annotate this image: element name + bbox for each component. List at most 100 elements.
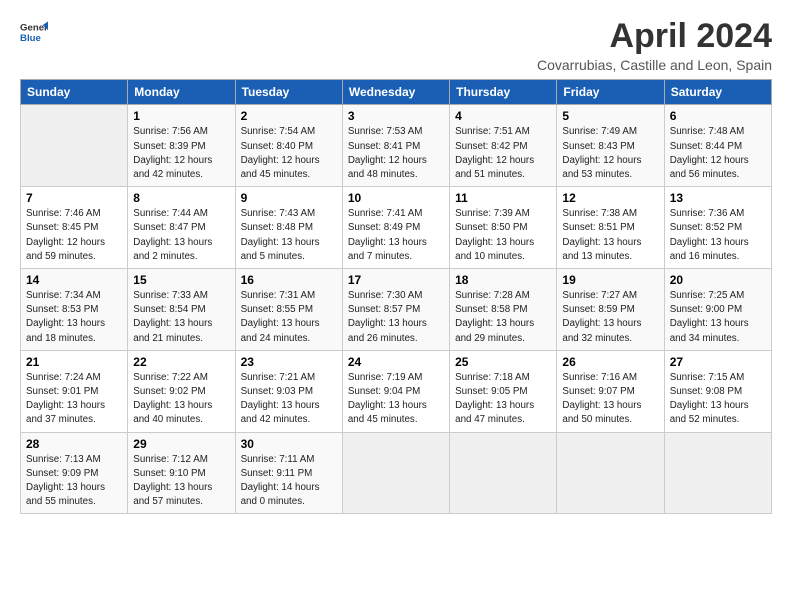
day-number: 11 — [455, 191, 551, 205]
day-number: 29 — [133, 437, 229, 451]
day-info: Sunrise: 7:41 AM Sunset: 8:49 PM Dayligh… — [348, 207, 444, 264]
day-number: 27 — [670, 355, 766, 369]
calendar-cell: 15 Sunrise: 7:33 AM Sunset: 8:54 PM Dayli… — [128, 269, 235, 351]
calendar-cell: 18 Sunrise: 7:28 AM Sunset: 8:58 PM Dayli… — [450, 269, 557, 351]
calendar-cell: 1 Sunrise: 7:56 AM Sunset: 8:39 PM Daylig… — [128, 105, 235, 187]
calendar-cell: 25 Sunrise: 7:18 AM Sunset: 9:05 PM Dayli… — [450, 350, 557, 432]
day-number: 9 — [241, 191, 337, 205]
day-number: 23 — [241, 355, 337, 369]
day-number: 30 — [241, 437, 337, 451]
week-row-1: 1 Sunrise: 7:56 AM Sunset: 8:39 PM Daylig… — [21, 105, 772, 187]
calendar-cell: 3Sunrise: 7:53 AM Sunset: 8:41 PM Daylig… — [342, 105, 449, 187]
calendar-cell: 13 Sunrise: 7:36 AM Sunset: 8:52 PM Dayli… — [664, 187, 771, 269]
day-info: Sunrise: 7:22 AM Sunset: 9:02 PM Dayligh… — [133, 371, 229, 428]
calendar-cell: 27 Sunrise: 7:15 AM Sunset: 9:08 PM Dayli… — [664, 350, 771, 432]
calendar-cell — [557, 432, 664, 514]
day-number: 16 — [241, 273, 337, 287]
calendar-cell: 23 Sunrise: 7:21 AM Sunset: 9:03 PM Dayli… — [235, 350, 342, 432]
week-row-5: 28 Sunrise: 7:13 AM Sunset: 9:09 PM Dayli… — [21, 432, 772, 514]
page-title: April 2024 — [537, 18, 772, 55]
day-number: 6 — [670, 109, 766, 123]
calendar-cell: 22 Sunrise: 7:22 AM Sunset: 9:02 PM Dayli… — [128, 350, 235, 432]
day-info: Sunrise: 7:18 AM Sunset: 9:05 PM Dayligh… — [455, 371, 551, 428]
logo: General Blue — [20, 18, 52, 46]
main-container: General Blue April 2024 Covarrubias, Cas… — [0, 0, 792, 524]
page-subtitle: Covarrubias, Castille and Leon, Spain — [537, 57, 772, 73]
day-info: Sunrise: 7:34 AM Sunset: 8:53 PM Dayligh… — [26, 289, 122, 346]
col-wednesday: Wednesday — [342, 80, 449, 105]
day-info: Sunrise: 7:49 AM Sunset: 8:43 PM Dayligh… — [562, 125, 658, 182]
day-info: Sunrise: 7:11 AM Sunset: 9:11 PM Dayligh… — [241, 453, 337, 510]
col-tuesday: Tuesday — [235, 80, 342, 105]
day-info: Sunrise: 7:51 AM Sunset: 8:42 PM Dayligh… — [455, 125, 551, 182]
calendar-table: Sunday Monday Tuesday Wednesday Thursday… — [20, 79, 772, 514]
day-info: Sunrise: 7:16 AM Sunset: 9:07 PM Dayligh… — [562, 371, 658, 428]
day-number: 17 — [348, 273, 444, 287]
day-number: 14 — [26, 273, 122, 287]
day-number: 4 — [455, 109, 551, 123]
day-info: Sunrise: 7:13 AM Sunset: 9:09 PM Dayligh… — [26, 453, 122, 510]
day-info: Sunrise: 7:36 AM Sunset: 8:52 PM Dayligh… — [670, 207, 766, 264]
calendar-cell: 21 Sunrise: 7:24 AM Sunset: 9:01 PM Dayli… — [21, 350, 128, 432]
day-number: 25 — [455, 355, 551, 369]
day-number: 2 — [241, 109, 337, 123]
day-info: Sunrise: 7:53 AM Sunset: 8:41 PM Dayligh… — [348, 125, 444, 182]
calendar-cell: 7 Sunrise: 7:46 AM Sunset: 8:45 PM Daylig… — [21, 187, 128, 269]
day-number: 8 — [133, 191, 229, 205]
col-sunday: Sunday — [21, 80, 128, 105]
calendar-cell: 30 Sunrise: 7:11 AM Sunset: 9:11 PM Dayli… — [235, 432, 342, 514]
calendar-cell — [664, 432, 771, 514]
calendar-cell: 14 Sunrise: 7:34 AM Sunset: 8:53 PM Dayli… — [21, 269, 128, 351]
day-info: Sunrise: 7:28 AM Sunset: 8:58 PM Dayligh… — [455, 289, 551, 346]
calendar-cell: 17Sunrise: 7:30 AM Sunset: 8:57 PM Dayli… — [342, 269, 449, 351]
day-info: Sunrise: 7:25 AM Sunset: 9:00 PM Dayligh… — [670, 289, 766, 346]
header: General Blue April 2024 Covarrubias, Cas… — [20, 18, 772, 73]
day-number: 22 — [133, 355, 229, 369]
col-saturday: Saturday — [664, 80, 771, 105]
day-number: 21 — [26, 355, 122, 369]
day-info: Sunrise: 7:39 AM Sunset: 8:50 PM Dayligh… — [455, 207, 551, 264]
calendar-cell — [21, 105, 128, 187]
day-info: Sunrise: 7:46 AM Sunset: 8:45 PM Dayligh… — [26, 207, 122, 264]
calendar-cell: 19Sunrise: 7:27 AM Sunset: 8:59 PM Dayli… — [557, 269, 664, 351]
day-info: Sunrise: 7:21 AM Sunset: 9:03 PM Dayligh… — [241, 371, 337, 428]
day-number: 13 — [670, 191, 766, 205]
week-row-2: 7 Sunrise: 7:46 AM Sunset: 8:45 PM Daylig… — [21, 187, 772, 269]
day-info: Sunrise: 7:31 AM Sunset: 8:55 PM Dayligh… — [241, 289, 337, 346]
col-friday: Friday — [557, 80, 664, 105]
calendar-cell: 20Sunrise: 7:25 AM Sunset: 9:00 PM Dayli… — [664, 269, 771, 351]
calendar-cell: 8 Sunrise: 7:44 AM Sunset: 8:47 PM Daylig… — [128, 187, 235, 269]
calendar-cell — [342, 432, 449, 514]
calendar-cell: 16 Sunrise: 7:31 AM Sunset: 8:55 PM Dayli… — [235, 269, 342, 351]
week-row-3: 14 Sunrise: 7:34 AM Sunset: 8:53 PM Dayli… — [21, 269, 772, 351]
calendar-cell — [450, 432, 557, 514]
calendar-cell: 12Sunrise: 7:38 AM Sunset: 8:51 PM Dayli… — [557, 187, 664, 269]
calendar-cell: 4 Sunrise: 7:51 AM Sunset: 8:42 PM Daylig… — [450, 105, 557, 187]
day-info: Sunrise: 7:54 AM Sunset: 8:40 PM Dayligh… — [241, 125, 337, 182]
calendar-cell: 10Sunrise: 7:41 AM Sunset: 8:49 PM Dayli… — [342, 187, 449, 269]
day-info: Sunrise: 7:44 AM Sunset: 8:47 PM Dayligh… — [133, 207, 229, 264]
day-info: Sunrise: 7:12 AM Sunset: 9:10 PM Dayligh… — [133, 453, 229, 510]
day-number: 28 — [26, 437, 122, 451]
week-row-4: 21 Sunrise: 7:24 AM Sunset: 9:01 PM Dayli… — [21, 350, 772, 432]
calendar-cell: 5Sunrise: 7:49 AM Sunset: 8:43 PM Daylig… — [557, 105, 664, 187]
day-number: 12 — [562, 191, 658, 205]
day-number: 15 — [133, 273, 229, 287]
calendar-cell: 9Sunrise: 7:43 AM Sunset: 8:48 PM Daylig… — [235, 187, 342, 269]
day-info: Sunrise: 7:19 AM Sunset: 9:04 PM Dayligh… — [348, 371, 444, 428]
day-number: 18 — [455, 273, 551, 287]
calendar-cell: 26 Sunrise: 7:16 AM Sunset: 9:07 PM Dayli… — [557, 350, 664, 432]
day-info: Sunrise: 7:24 AM Sunset: 9:01 PM Dayligh… — [26, 371, 122, 428]
calendar-cell: 6Sunrise: 7:48 AM Sunset: 8:44 PM Daylig… — [664, 105, 771, 187]
day-number: 26 — [562, 355, 658, 369]
day-info: Sunrise: 7:56 AM Sunset: 8:39 PM Dayligh… — [133, 125, 229, 182]
svg-text:Blue: Blue — [20, 33, 41, 44]
calendar-cell: 28 Sunrise: 7:13 AM Sunset: 9:09 PM Dayli… — [21, 432, 128, 514]
calendar-header-row: Sunday Monday Tuesday Wednesday Thursday… — [21, 80, 772, 105]
day-info: Sunrise: 7:33 AM Sunset: 8:54 PM Dayligh… — [133, 289, 229, 346]
day-number: 7 — [26, 191, 122, 205]
col-thursday: Thursday — [450, 80, 557, 105]
day-number: 1 — [133, 109, 229, 123]
svg-text:General: General — [20, 22, 48, 33]
day-info: Sunrise: 7:15 AM Sunset: 9:08 PM Dayligh… — [670, 371, 766, 428]
